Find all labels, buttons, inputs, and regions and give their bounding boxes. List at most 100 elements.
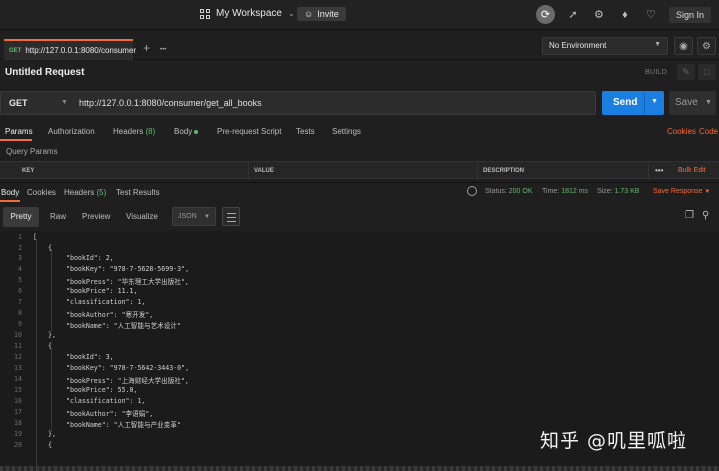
environment-select[interactable]: No Environment ▼	[542, 37, 668, 55]
request-title[interactable]: Untitled Request	[5, 67, 84, 78]
tab-response-headers[interactable]: Headers (5)	[64, 188, 106, 197]
code-text: "bookPrice": 11.1,	[66, 287, 138, 295]
search-icon[interactable]: ⚲	[702, 210, 709, 221]
url-input[interactable]: http://127.0.0.1:8080/consumer/get_all_b…	[79, 98, 262, 108]
preview-button[interactable]: Preview	[82, 207, 110, 227]
eye-icon[interactable]: ◉	[674, 37, 693, 55]
edit-icon[interactable]: ✎	[677, 64, 695, 80]
globe-icon[interactable]	[467, 186, 477, 196]
chevron-down-icon: ▼	[204, 214, 210, 220]
wrap-lines-button[interactable]	[222, 207, 240, 226]
query-params-title: Query Params	[6, 147, 58, 156]
column-divider	[248, 162, 249, 180]
send-button[interactable]: Send ▼	[602, 91, 664, 115]
cookies-link[interactable]: Cookies	[667, 127, 696, 136]
code-text: },	[48, 430, 56, 438]
tab-response-body[interactable]: Body	[1, 188, 19, 197]
chevron-down-icon: ▼	[654, 41, 661, 48]
pretty-button[interactable]: Pretty	[3, 207, 39, 227]
code-line: 16 "classification": 1,	[0, 397, 719, 407]
add-user-icon: ☺	[304, 9, 314, 19]
tab-body[interactable]: Body	[174, 127, 199, 136]
watermark: 知乎 @叽里呱啦	[540, 430, 688, 452]
tab-params[interactable]: Params	[5, 127, 33, 136]
send-label: Send	[613, 97, 638, 108]
line-number: 13	[14, 364, 22, 372]
tab-more-button[interactable]: •••	[160, 45, 166, 55]
tab-body-label: Body	[174, 127, 193, 136]
active-tab-indicator	[0, 139, 32, 141]
line-number: 7	[18, 298, 22, 306]
chevron-down-icon[interactable]: ▼	[651, 98, 658, 105]
line-number: 9	[18, 320, 22, 328]
code-text: "bookPress": "华东理工大学出版社",	[66, 278, 189, 286]
chevron-down-icon[interactable]: ▼	[705, 99, 712, 106]
tab-prerequest-script[interactable]: Pre-request Script	[217, 127, 281, 136]
col-value: VALUE	[254, 168, 274, 174]
line-number: 18	[14, 419, 22, 427]
settings-icon[interactable]: ⚙	[697, 37, 716, 55]
invite-button[interactable]: ☺ Invite	[297, 7, 346, 21]
line-number: 2	[18, 244, 22, 252]
settings-icon[interactable]: ⚙	[591, 7, 607, 23]
tab-settings[interactable]: Settings	[332, 127, 361, 136]
code-line: 12 "bookId": 3,	[0, 353, 719, 363]
tab-tests[interactable]: Tests	[296, 127, 315, 136]
status-label: Status:	[485, 188, 507, 195]
save-button[interactable]: Save ▼	[669, 91, 716, 115]
workspace-label: My Workspace	[216, 8, 282, 19]
url-bar: GET ▼ http://127.0.0.1:8080/consumer/get…	[0, 91, 596, 115]
bell-icon[interactable]: ♦	[617, 7, 633, 23]
code-text: "bookAuthor": "寒开发",	[66, 311, 154, 319]
code-line: 1[	[0, 233, 719, 243]
code-line: 2{	[0, 244, 719, 254]
tab-headers-count: (8)	[145, 127, 156, 136]
code-line: 6 "bookPrice": 11.1,	[0, 287, 719, 297]
environment-label: No Environment	[549, 41, 607, 50]
line-number: 10	[14, 331, 22, 339]
size-value: 1.73 KB	[614, 188, 640, 195]
save-response-label: Save Response	[653, 188, 703, 195]
visualize-button[interactable]: Visualize	[126, 207, 158, 227]
raw-button[interactable]: Raw	[50, 207, 66, 227]
time-value: 1812 ms	[561, 188, 589, 195]
tab-test-results[interactable]: Test Results	[116, 188, 160, 197]
sync-icon[interactable]: ⟳	[535, 5, 555, 24]
workspace-switcher[interactable]: My Workspace ⌄	[200, 8, 295, 19]
bulk-edit-link[interactable]: Bulk Edit	[678, 167, 706, 174]
code-line: 10},	[0, 331, 719, 341]
tab-headers[interactable]: Headers (8)	[113, 127, 155, 136]
code-link[interactable]: Code	[699, 127, 718, 136]
code-text: },	[48, 331, 56, 339]
new-tab-button[interactable]: +	[143, 42, 150, 54]
format-select[interactable]: JSON ▼	[172, 207, 216, 226]
heart-icon[interactable]: ♡	[643, 7, 659, 23]
code-text: "bookId": 2,	[66, 254, 114, 262]
line-number: 1	[18, 233, 22, 241]
col-key: KEY	[22, 168, 35, 174]
copy-icon[interactable]: ❐	[685, 210, 694, 221]
code-text: "bookKey": "978-7-5628-5699-3",	[66, 265, 190, 273]
method-select[interactable]: GET	[9, 98, 28, 108]
satellite-icon[interactable]: ➚	[565, 7, 581, 23]
comment-icon[interactable]: □	[698, 64, 716, 80]
save-response-button[interactable]: Save Response ▼	[653, 188, 710, 195]
grid-icon	[200, 8, 210, 19]
line-number: 4	[18, 265, 22, 273]
tab-response-cookies[interactable]: Cookies	[27, 188, 56, 197]
request-tab-label: http://127.0.0.1:8080/consumer	[25, 46, 137, 55]
column-divider	[648, 162, 649, 180]
code-text: {	[48, 342, 52, 350]
line-number: 12	[14, 353, 22, 361]
params-more-button[interactable]: •••	[655, 166, 663, 175]
code-text: "classification": 1,	[66, 298, 146, 306]
line-number: 19	[14, 430, 22, 438]
code-line: 15 "bookPrice": 55.0,	[0, 386, 719, 396]
tab-authorization[interactable]: Authorization	[48, 127, 95, 136]
line-number: 16	[14, 397, 22, 405]
response-headers-label: Headers	[64, 188, 95, 197]
wrap-icon	[227, 213, 236, 214]
sign-in-button[interactable]: Sign In	[668, 6, 711, 23]
request-tab[interactable]: GET http://127.0.0.1:8080/consumer	[4, 39, 137, 60]
line-number: 8	[18, 309, 22, 317]
